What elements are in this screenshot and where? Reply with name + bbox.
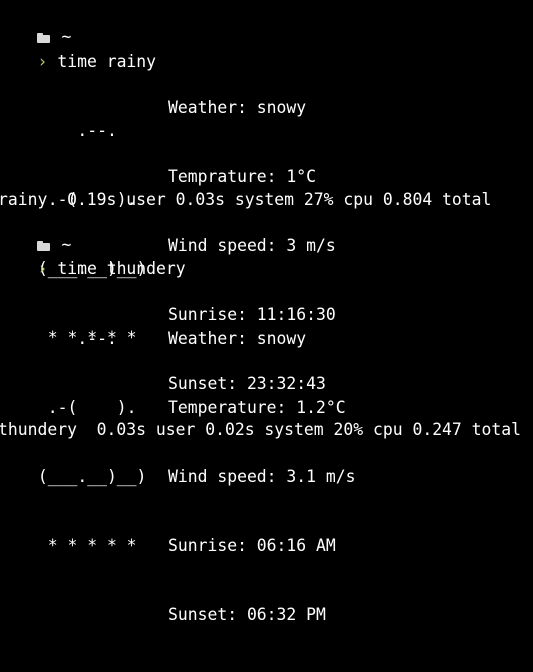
command-line[interactable]: › time rainy	[0, 27, 156, 71]
sunset-line: Sunset: 06:32 PM	[168, 605, 326, 624]
timing-line: rainy 0.19s user 0.03s system 27% cpu 0.…	[0, 190, 492, 209]
wind-line: Wind speed: 3.1 m/s	[168, 467, 356, 486]
weather-ascii-art: .--. .-( ). (___.__)__) * * * * *	[28, 281, 156, 603]
weather-line: Weather: snowy	[168, 98, 307, 117]
weather-info: Weather: snowy Temperature: 1.2°C Wind s…	[168, 281, 356, 672]
command-line[interactable]: › time thundery	[0, 234, 185, 278]
prompt-dir-line: ~	[0, 210, 71, 254]
timing-line: thundery 0.03s user 0.02s system 20% cpu…	[0, 420, 522, 439]
prompt-chevron-icon: ›	[37, 259, 48, 278]
ascii-art-line: * * * * *	[28, 536, 157, 555]
temperature-line: Temprature: 1°C	[168, 167, 317, 186]
temperature-line: Temperature: 1.2°C	[168, 398, 346, 417]
prompt-chevron-icon: ›	[37, 52, 48, 71]
ascii-art-line: .--.	[28, 329, 157, 348]
ascii-art-line: .-( ).	[28, 398, 157, 417]
weather-line: Weather: snowy	[168, 329, 307, 348]
ascii-art-line: (___.__)__)	[28, 467, 157, 486]
wind-line: Wind speed: 3 m/s	[168, 236, 336, 255]
prompt-dir-line: ~	[0, 2, 71, 46]
sunrise-line: Sunrise: 06:16 AM	[168, 536, 336, 555]
ascii-art-line: .--.	[28, 121, 157, 140]
command-text[interactable]: time thundery	[57, 259, 185, 278]
command-text[interactable]: time rainy	[57, 52, 156, 71]
